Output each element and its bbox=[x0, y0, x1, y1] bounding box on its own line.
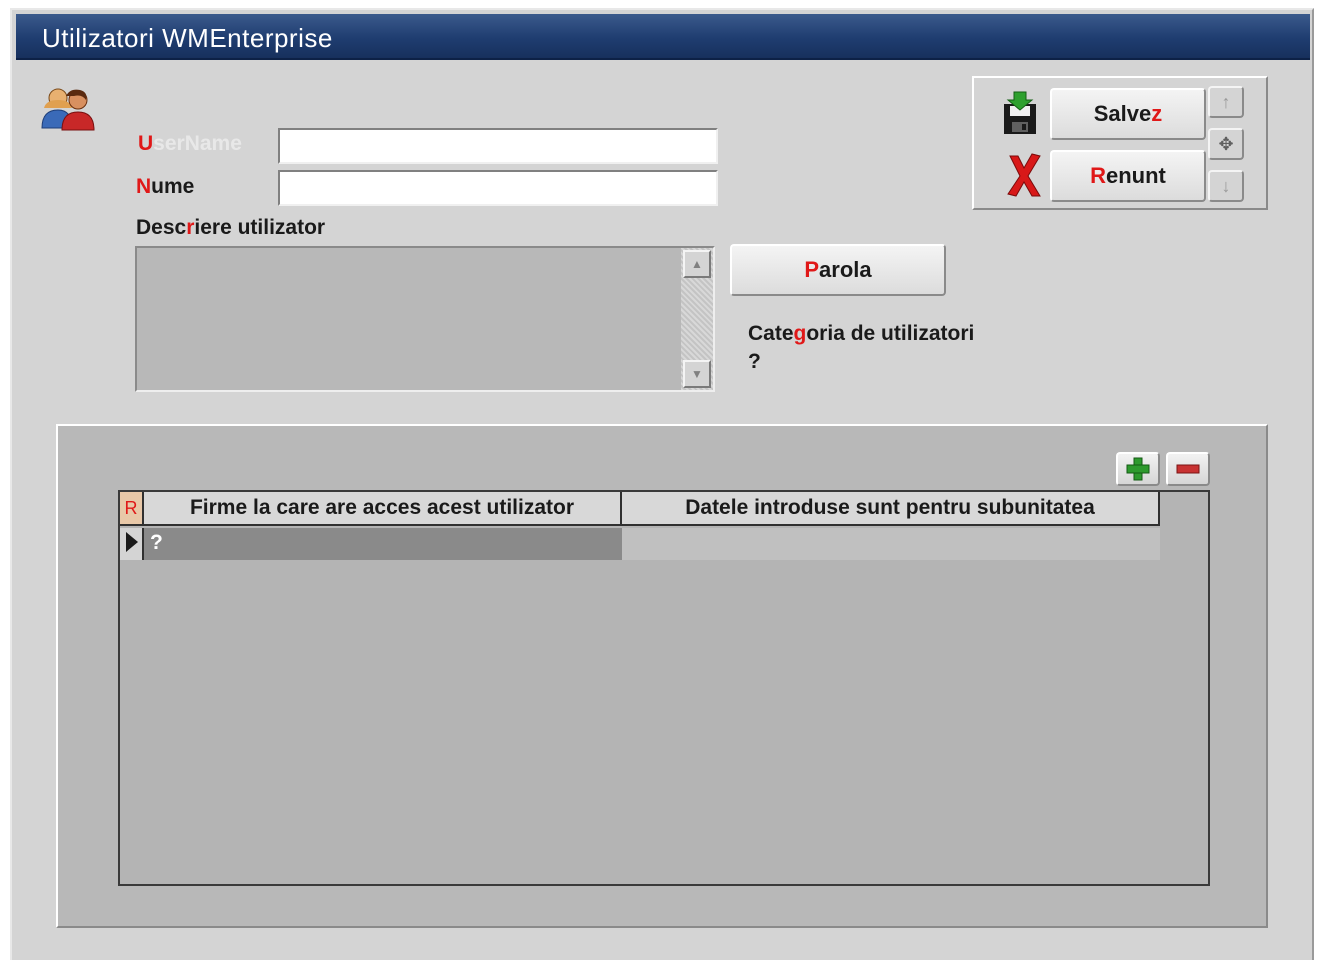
arrow-up-icon[interactable]: ↑ bbox=[1208, 86, 1244, 118]
categoria-value[interactable]: ? bbox=[748, 350, 761, 374]
scroll-down-icon[interactable]: ▼ bbox=[683, 360, 711, 388]
action-panel: Salve z Renunt ↑ ✥ ↓ bbox=[972, 76, 1268, 210]
username-label: UserName bbox=[138, 132, 242, 155]
cell-firma[interactable]: ? bbox=[144, 528, 622, 560]
username-field[interactable] bbox=[278, 128, 718, 164]
plus-icon bbox=[1126, 457, 1150, 481]
cell-subunitate[interactable] bbox=[622, 528, 1160, 560]
descriere-scrollbar[interactable]: ▲ ▼ bbox=[681, 248, 713, 390]
column-header-subunitate[interactable]: Datele introduse sunt pentru subunitatea bbox=[622, 492, 1160, 526]
window-title: Utilizatori WMEnterprise bbox=[42, 23, 333, 53]
categoria-label: Categoria de utilizatori bbox=[748, 322, 975, 345]
companies-grid[interactable]: R Firme la care are acces acest utilizat… bbox=[118, 490, 1210, 886]
main-window: Utilizatori WMEnterprise UserName Nume D… bbox=[10, 8, 1314, 960]
descriere-label: Descriere utilizator bbox=[136, 216, 326, 239]
row-indicator[interactable] bbox=[120, 528, 144, 560]
parola-button[interactable]: Parola bbox=[730, 244, 946, 296]
red-x-icon bbox=[1007, 153, 1041, 197]
companies-panel: R Firme la care are acces acest utilizat… bbox=[56, 424, 1268, 928]
minus-icon bbox=[1176, 464, 1200, 474]
save-disk-icon bbox=[1004, 91, 1036, 134]
current-row-arrow-icon bbox=[126, 532, 138, 552]
renunt-button[interactable]: Renunt bbox=[1050, 150, 1206, 202]
column-header-firme[interactable]: Firme la care are acces acest utilizator bbox=[144, 492, 622, 526]
users-icon bbox=[41, 88, 95, 131]
scroll-up-icon[interactable]: ▲ bbox=[683, 250, 711, 278]
nume-field[interactable] bbox=[278, 170, 718, 206]
descriere-textarea[interactable]: ▲ ▼ bbox=[135, 246, 715, 392]
title-bar: Utilizatori WMEnterprise bbox=[16, 14, 1310, 60]
salvez-button[interactable]: Salve z bbox=[1050, 88, 1206, 140]
row-indicator-header: R bbox=[120, 492, 144, 526]
arrow-down-icon[interactable]: ↓ bbox=[1208, 170, 1244, 202]
nume-label: Nume bbox=[136, 175, 195, 198]
add-row-button[interactable] bbox=[1116, 452, 1160, 486]
move-icon[interactable]: ✥ bbox=[1208, 128, 1244, 160]
remove-row-button[interactable] bbox=[1166, 452, 1210, 486]
